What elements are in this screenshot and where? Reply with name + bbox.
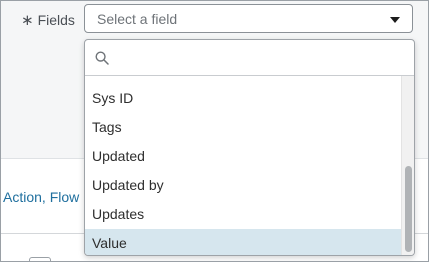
modal-frame: ∗ Fields Select a field Action, Flow Lo … (0, 0, 429, 262)
scrollbar[interactable] (401, 76, 414, 255)
field-select[interactable]: Select a field (84, 4, 413, 33)
field-dropdown: Sys ID Tags Updated Updated by Updates Value (84, 39, 415, 256)
fields-label: ∗ Fields (21, 11, 75, 29)
chevron-down-icon[interactable] (390, 17, 400, 23)
dropdown-option[interactable]: Updates (85, 200, 403, 229)
dropdown-option[interactable]: Updated (85, 142, 403, 171)
search-icon (95, 51, 109, 65)
select-placeholder: Select a field (97, 11, 178, 27)
fields-label-text: Fields (37, 12, 75, 28)
required-indicator: ∗ (21, 12, 34, 29)
scrollbar-thumb[interactable] (405, 166, 412, 252)
options-list: Sys ID Tags Updated Updated by Updates Value (85, 84, 403, 255)
checkbox[interactable] (29, 257, 51, 261)
dropdown-search (85, 40, 414, 76)
dropdown-option[interactable]: Sys ID (85, 84, 403, 113)
dropdown-option[interactable]: Value (85, 229, 403, 255)
search-input[interactable] (117, 46, 411, 70)
dropdown-option[interactable]: Tags (85, 113, 403, 142)
dropdown-option[interactable]: Updated by (85, 171, 403, 200)
